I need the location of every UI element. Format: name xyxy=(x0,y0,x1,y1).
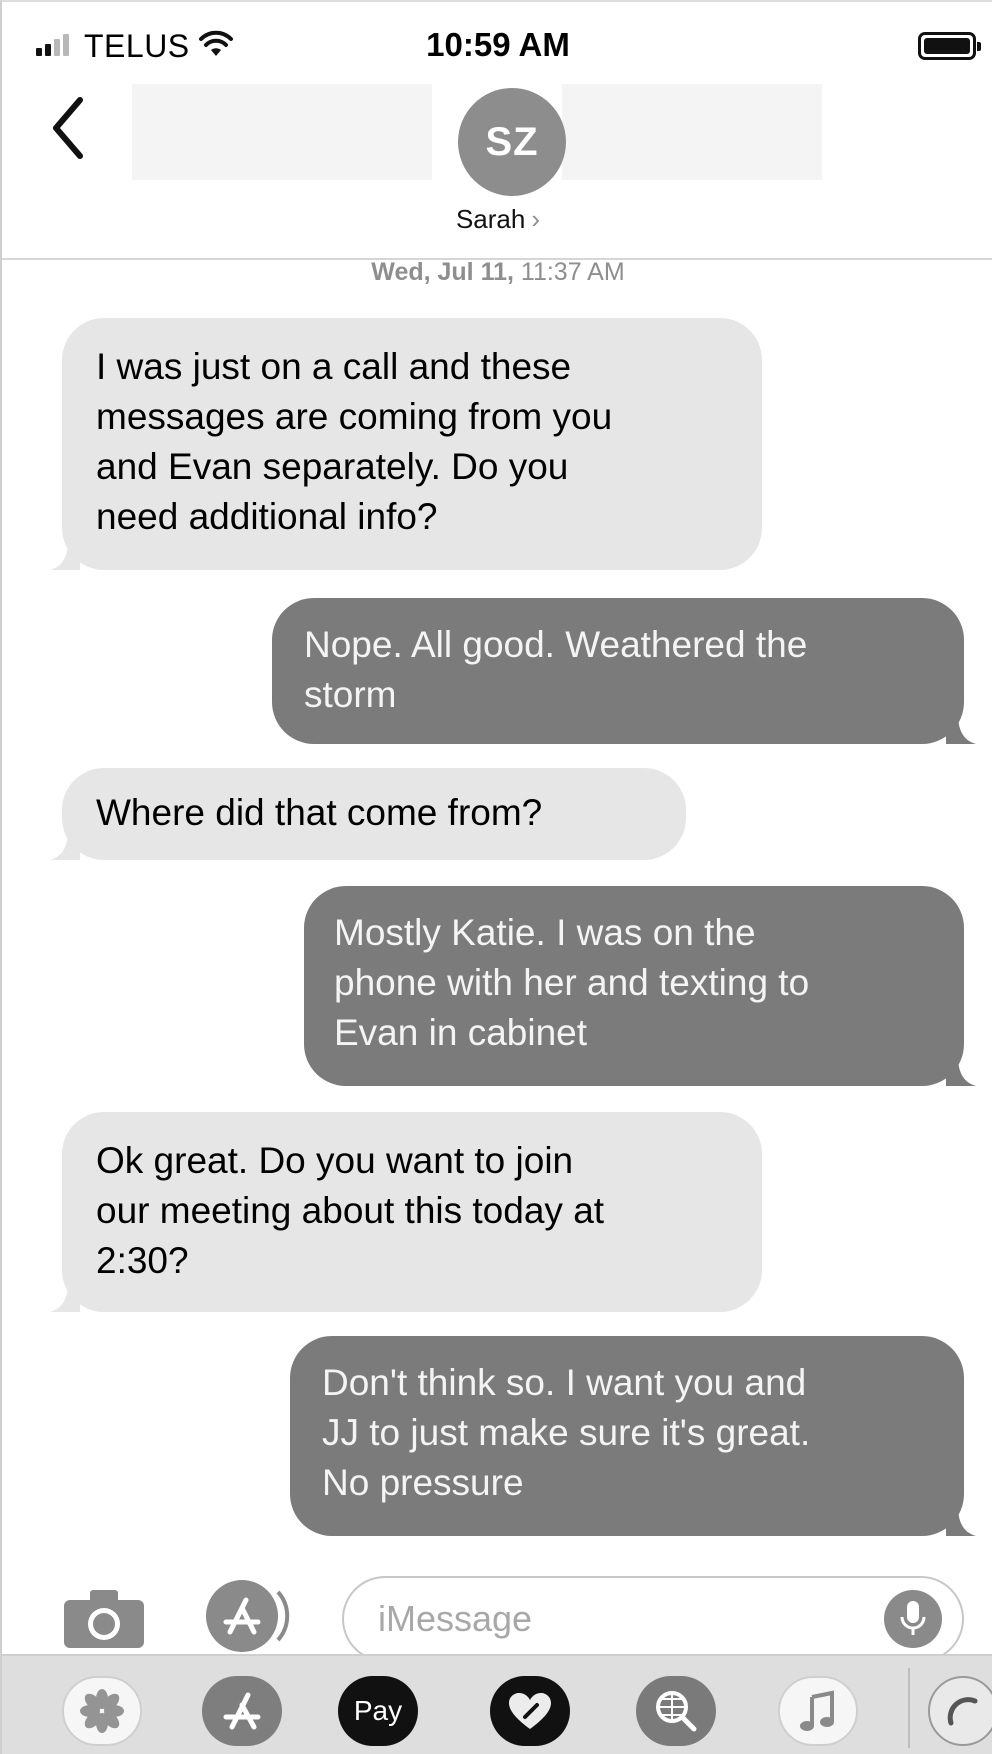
message-line: need additional info? xyxy=(96,496,438,537)
message-line: I was just on a call and these xyxy=(96,346,572,387)
messages-screen: TELUS 10:59 AM SZ Sarah › Wed, Jul 11, 1… xyxy=(0,0,992,1754)
contact-name: Sarah xyxy=(455,204,526,234)
image-search-button[interactable] xyxy=(636,1676,716,1746)
bubble-tail xyxy=(946,1506,976,1536)
app-store-drawer-button[interactable] xyxy=(202,1676,282,1746)
apple-pay-icon: Pay xyxy=(354,1695,402,1727)
app-drawer: Pay xyxy=(2,1654,992,1754)
message-line: phone with her and texting to xyxy=(334,962,810,1003)
image-search-icon xyxy=(656,1691,697,1732)
message-line: Where did that come from? xyxy=(96,792,543,833)
apple-pay-label: Pay xyxy=(353,1695,403,1726)
incoming-message[interactable]: Ok great. Do you want to join our meetin… xyxy=(50,1112,762,1312)
back-chevron-icon xyxy=(53,97,83,159)
message-line: Don't think so. I want you and xyxy=(322,1362,807,1403)
message-line: and Evan separately. Do you xyxy=(96,446,569,487)
message-line: Nope. All good. Weathered the xyxy=(304,624,808,665)
photos-icon xyxy=(80,1689,124,1733)
incoming-message[interactable]: I was just on a call and these messages … xyxy=(50,318,762,570)
music-app-button[interactable] xyxy=(778,1676,858,1746)
more-apps-button[interactable] xyxy=(928,1676,992,1746)
redacted-area xyxy=(132,84,432,180)
music-icon xyxy=(800,1690,834,1731)
camera-icon xyxy=(64,1590,144,1648)
timestamp-day: Wed, Jul 11, xyxy=(371,258,514,286)
microphone-button[interactable] xyxy=(884,1590,942,1648)
chevron-right-icon: › xyxy=(531,204,541,234)
conversation-timestamp: Wed, Jul 11, 11:37 AM xyxy=(2,258,992,287)
back-button[interactable] xyxy=(48,94,88,162)
app-store-icon xyxy=(206,1580,290,1652)
heart-sticker-button[interactable] xyxy=(490,1676,570,1746)
bubble-tail xyxy=(50,1282,80,1312)
app-store-button[interactable] xyxy=(202,1576,292,1656)
imessage-input[interactable] xyxy=(342,1576,964,1662)
camera-button[interactable] xyxy=(62,1588,146,1650)
photos-app-button[interactable] xyxy=(62,1676,142,1746)
contact-avatar[interactable]: SZ xyxy=(458,88,566,196)
message-line: 2:30? xyxy=(96,1240,189,1281)
more-apps-icon xyxy=(947,1697,978,1726)
outgoing-message[interactable]: Mostly Katie. I was on the phone with he… xyxy=(304,886,976,1086)
heart-sticker-icon xyxy=(509,1693,551,1729)
drawer-divider xyxy=(908,1668,910,1748)
status-bar: TELUS 10:59 AM xyxy=(2,2,992,82)
status-time: 10:59 AM xyxy=(426,26,570,63)
apple-pay-button[interactable]: Pay xyxy=(338,1676,418,1746)
app-store-icon xyxy=(223,1692,261,1730)
redacted-area xyxy=(562,84,822,180)
outgoing-message[interactable]: Don't think so. I want you and JJ to jus… xyxy=(290,1336,976,1536)
message-line: No pressure xyxy=(322,1462,524,1503)
bubble-tail xyxy=(946,1056,976,1086)
battery-icon xyxy=(918,32,981,60)
contact-name-button[interactable]: Sarah › xyxy=(2,204,992,235)
conversation-header: SZ Sarah › xyxy=(2,82,992,260)
message-line: storm xyxy=(304,674,397,715)
message-line: JJ to just make sure it's great. xyxy=(322,1412,811,1453)
bubble-tail xyxy=(50,540,80,570)
microphone-icon xyxy=(900,1601,926,1635)
incoming-message[interactable]: Where did that come from? xyxy=(50,768,686,860)
message-input-bar xyxy=(2,1546,992,1662)
message-line: messages are coming from you xyxy=(96,396,613,437)
bubble-tail xyxy=(50,830,80,860)
message-line: Ok great. Do you want to join xyxy=(96,1140,574,1181)
outgoing-message[interactable]: Nope. All good. Weathered the storm xyxy=(272,598,976,744)
timestamp-time: 11:37 AM xyxy=(520,258,625,286)
bubble-tail xyxy=(946,714,976,744)
message-line: our meeting about this today at xyxy=(96,1190,605,1231)
message-line: Mostly Katie. I was on the xyxy=(334,912,756,953)
message-line: Evan in cabinet xyxy=(334,1012,588,1053)
